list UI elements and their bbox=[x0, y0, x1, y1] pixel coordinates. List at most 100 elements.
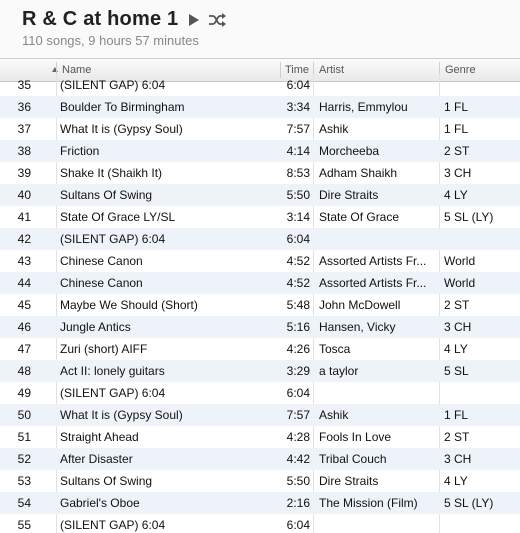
track-genre: 1 FL bbox=[444, 122, 469, 136]
track-name: Zuri (short) AIFF bbox=[60, 342, 148, 356]
track-row[interactable]: 48 Act II: lonely guitars 3:29 a taylor 5 SL bbox=[0, 360, 520, 382]
track-artist bbox=[319, 74, 441, 96]
track-row[interactable]: 35 (SILENT GAP) 6:04 6:04 bbox=[0, 74, 520, 96]
track-time: 4:26 bbox=[286, 342, 310, 356]
track-artist: Tribal Couch bbox=[319, 452, 387, 466]
track-genre: 4 LY bbox=[444, 188, 468, 202]
track-time: 2:16 bbox=[286, 496, 310, 510]
track-row[interactable]: 46 Jungle Antics 5:16 Hansen, Vicky 3 CH bbox=[0, 316, 520, 338]
playlist-header: R & C at home 1 110 songs, 9 hours 57 mi… bbox=[0, 0, 520, 58]
track-row[interactable]: 47 Zuri (short) AIFF 4:26 Tosca 4 LY bbox=[0, 338, 520, 360]
track-number: 38 bbox=[17, 144, 31, 158]
track-time: 7:57 bbox=[286, 122, 310, 136]
track-time: 3:14 bbox=[286, 210, 310, 224]
track-genre: 1 FL bbox=[444, 408, 469, 422]
track-row[interactable]: 45 Maybe We Should (Short) 5:48 John McDowe… bbox=[0, 294, 520, 316]
track-artist: Adham Shaikh bbox=[319, 166, 398, 180]
track-row[interactable]: 39 Shake It (Shaikh It) 8:53 Adham Shaikh 3 … bbox=[0, 162, 520, 184]
track-genre bbox=[444, 514, 520, 533]
track-genre: 1 FL bbox=[444, 100, 469, 114]
sort-ascending-icon[interactable] bbox=[52, 67, 58, 72]
track-number: 47 bbox=[17, 342, 31, 356]
track-name: (SILENT GAP) 6:04 bbox=[60, 518, 166, 532]
track-genre: 3 CH bbox=[444, 452, 472, 466]
track-row[interactable]: 42 (SILENT GAP) 6:04 6:04 bbox=[0, 228, 520, 250]
track-row[interactable]: 55 (SILENT GAP) 6:04 6:04 bbox=[0, 514, 520, 533]
track-row[interactable]: 37 What It is (Gypsy Soul) 7:57 Ashik 1 FL bbox=[0, 118, 520, 140]
track-name: (SILENT GAP) 6:04 bbox=[60, 78, 166, 92]
track-artist bbox=[319, 382, 441, 404]
track-row[interactable]: 54 Gabriel's Oboe 2:16 The Mission (Film) 5 … bbox=[0, 492, 520, 514]
track-artist: Assorted Artists Fr... bbox=[319, 276, 427, 290]
track-time: 4:52 bbox=[286, 254, 310, 268]
track-row[interactable]: 43 Chinese Canon 4:52 Assorted Artists Fr..… bbox=[0, 250, 520, 272]
track-genre bbox=[444, 228, 520, 250]
track-number: 39 bbox=[17, 166, 31, 180]
track-genre: 5 SL (LY) bbox=[444, 210, 494, 224]
track-row[interactable]: 51 Straight Ahead 4:28 Fools In Love 2 ST bbox=[0, 426, 520, 448]
track-row[interactable]: 36 Boulder To Birmingham 3:34 Harris, Emmyl… bbox=[0, 96, 520, 118]
track-number: 37 bbox=[17, 122, 31, 136]
track-genre: 2 ST bbox=[444, 430, 470, 444]
track-row[interactable]: 53 Sultans Of Swing 5:50 Dire Straits 4 LY bbox=[0, 470, 520, 492]
track-artist: Morcheeba bbox=[319, 144, 380, 158]
track-time: 5:50 bbox=[286, 188, 310, 202]
shuffle-icon[interactable] bbox=[208, 12, 227, 27]
track-name: Gabriel's Oboe bbox=[60, 496, 140, 510]
track-time: 5:50 bbox=[286, 474, 310, 488]
track-row[interactable]: 52 After Disaster 4:42 Tribal Couch 3 CH bbox=[0, 448, 520, 470]
track-artist: Tosca bbox=[319, 342, 351, 356]
track-artist: Hansen, Vicky bbox=[319, 320, 396, 334]
track-name: Sultans Of Swing bbox=[60, 188, 153, 202]
playlist-title: R & C at home 1 bbox=[22, 8, 179, 30]
track-row[interactable]: 41 State Of Grace LY/SL 3:14 State Of Grace… bbox=[0, 206, 520, 228]
track-list[interactable]: 35 (SILENT GAP) 6:04 6:04 36 Boulder To Birm… bbox=[0, 74, 520, 533]
track-time: 6:04 bbox=[286, 78, 310, 92]
track-genre: 3 CH bbox=[444, 320, 472, 334]
track-row[interactable]: 50 What It is (Gypsy Soul) 7:57 Ashik 1 FL bbox=[0, 404, 520, 426]
track-time: 5:16 bbox=[286, 320, 310, 334]
track-row[interactable]: 40 Sultans Of Swing 5:50 Dire Straits 4 LY bbox=[0, 184, 520, 206]
track-artist: State Of Grace bbox=[319, 210, 400, 224]
track-genre: 2 ST bbox=[444, 298, 470, 312]
track-genre: World bbox=[444, 276, 476, 290]
track-genre: 5 SL (LY) bbox=[444, 496, 494, 510]
track-number: 35 bbox=[17, 78, 31, 92]
track-genre bbox=[444, 382, 520, 404]
track-number: 51 bbox=[17, 430, 31, 444]
track-name: After Disaster bbox=[60, 452, 133, 466]
track-number: 52 bbox=[17, 452, 31, 466]
track-genre: 4 LY bbox=[444, 342, 468, 356]
track-number: 36 bbox=[17, 100, 31, 114]
track-artist: Ashik bbox=[319, 122, 349, 136]
track-artist: Dire Straits bbox=[319, 474, 379, 488]
track-row[interactable]: 49 (SILENT GAP) 6:04 6:04 bbox=[0, 382, 520, 404]
track-time: 6:04 bbox=[286, 232, 310, 246]
track-number: 54 bbox=[17, 496, 31, 510]
track-artist: The Mission (Film) bbox=[319, 496, 418, 510]
track-time: 4:42 bbox=[286, 452, 310, 466]
playlist-summary: 110 songs, 9 hours 57 minutes bbox=[22, 33, 199, 48]
track-genre: World bbox=[444, 254, 476, 268]
track-number: 42 bbox=[17, 232, 31, 246]
track-number: 48 bbox=[17, 364, 31, 378]
title-row: R & C at home 1 bbox=[22, 8, 227, 31]
track-number: 43 bbox=[17, 254, 31, 268]
track-time: 8:53 bbox=[286, 166, 310, 180]
track-artist: Dire Straits bbox=[319, 188, 379, 202]
track-name: Jungle Antics bbox=[60, 320, 131, 334]
track-time: 7:57 bbox=[286, 408, 310, 422]
track-name: (SILENT GAP) 6:04 bbox=[60, 232, 166, 246]
track-artist: Harris, Emmylou bbox=[319, 100, 408, 114]
track-artist: Assorted Artists Fr... bbox=[319, 254, 427, 268]
track-number: 41 bbox=[17, 210, 31, 224]
play-icon[interactable] bbox=[188, 13, 202, 27]
track-row[interactable]: 44 Chinese Canon 4:52 Assorted Artists Fr..… bbox=[0, 272, 520, 294]
track-artist: Fools In Love bbox=[319, 430, 392, 444]
track-name: Chinese Canon bbox=[60, 276, 143, 290]
track-number: 40 bbox=[17, 188, 31, 202]
track-number: 44 bbox=[17, 276, 31, 290]
track-genre: 4 LY bbox=[444, 474, 468, 488]
track-name: State Of Grace LY/SL bbox=[60, 210, 176, 224]
track-row[interactable]: 38 Friction 4:14 Morcheeba 2 ST bbox=[0, 140, 520, 162]
